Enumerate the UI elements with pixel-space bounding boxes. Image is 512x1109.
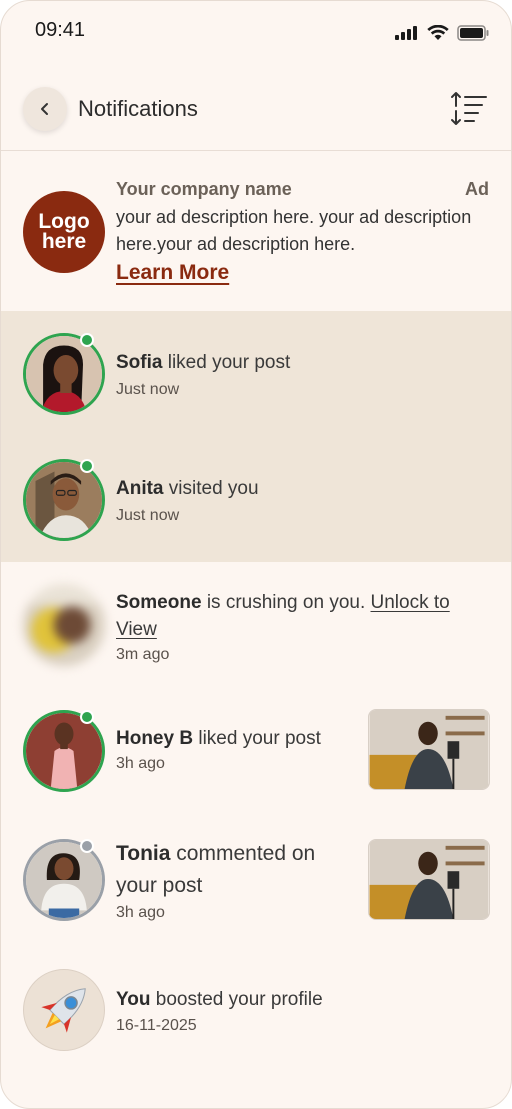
battery-icon: [457, 25, 489, 41]
ad-description: your ad description here. your ad descri…: [116, 207, 472, 254]
avatar[interactable]: [23, 839, 105, 921]
status-icons: [395, 25, 489, 41]
notification-action: boosted your profile: [155, 989, 323, 1010]
notification-name: Anita: [116, 478, 164, 499]
wifi-icon: [427, 25, 449, 40]
status-bar: 09:41: [1, 1, 511, 63]
notification-text: You boosted your profile: [116, 986, 323, 1013]
notification-item[interactable]: Sofia liked your post Just now: [1, 311, 511, 437]
phone-screen: 09:41 Notifications Logo here Your compa…: [0, 0, 512, 1109]
notification-time: Just now: [116, 507, 180, 524]
notification-item[interactable]: Anita visited you Just now: [1, 437, 511, 562]
notification-text: Honey B liked your post: [116, 725, 321, 752]
page-title: Notifications: [78, 96, 198, 121]
notification-item[interactable]: Someone is crushing on you. Unlock to Vi…: [1, 562, 511, 696]
notification-action: liked your post: [167, 352, 291, 373]
blurred-avatar[interactable]: [23, 584, 105, 666]
sort-icon: [451, 92, 487, 125]
avatar-image: [26, 462, 102, 538]
avatar-image: [26, 336, 102, 412]
ad-company-name: Your company name: [116, 179, 292, 199]
notification-text: Anita visited you: [116, 475, 259, 502]
chevron-left-icon: [41, 103, 48, 115]
notification-name: Someone: [116, 592, 202, 613]
notification-text: Someone is crushing on you. Unlock to Vi…: [116, 589, 486, 643]
back-button[interactable]: [23, 87, 67, 131]
sort-button[interactable]: [449, 89, 489, 129]
notification-name: Honey B: [116, 728, 194, 749]
notification-action: is crushing on you.: [206, 592, 366, 613]
signal-icon: [395, 26, 417, 40]
notification-text: Tonia commented on your post: [116, 838, 346, 902]
rocket-icon: [41, 988, 86, 1033]
notification-text: Sofia liked your post: [116, 349, 290, 376]
notification-item[interactable]: Honey B liked your post 3h ago: [1, 696, 511, 826]
notification-action: visited you: [168, 478, 259, 499]
post-thumbnail-image: [369, 710, 489, 789]
avatar[interactable]: [23, 710, 105, 792]
online-status-dot: [80, 459, 94, 473]
ad-banner[interactable]: Logo here Your company name Ad your ad d…: [1, 151, 511, 311]
notification-time: 16-11-2025: [116, 1017, 197, 1034]
ad-tag: Ad: [465, 179, 489, 199]
notification-name: Sofia: [116, 352, 163, 373]
post-thumbnail[interactable]: [368, 709, 490, 790]
notification-action: liked your post: [198, 728, 321, 749]
header-bar: Notifications: [1, 63, 511, 151]
avatar-image: [26, 842, 102, 918]
post-thumbnail-image: [369, 840, 489, 919]
notification-time: 3h ago: [116, 904, 165, 921]
avatar-image: [26, 713, 102, 789]
avatar[interactable]: [23, 459, 105, 541]
status-time: 09:41: [35, 19, 86, 41]
notification-time: 3h ago: [116, 755, 165, 772]
offline-status-dot: [80, 839, 94, 853]
notification-time: Just now: [116, 381, 180, 398]
avatar[interactable]: [23, 333, 105, 415]
notification-item[interactable]: You boosted your profile 16-11-2025: [1, 954, 511, 1074]
notification-time: 3m ago: [116, 646, 170, 663]
online-status-dot: [80, 333, 94, 347]
ad-logo: Logo here: [23, 191, 105, 273]
online-status-dot: [80, 710, 94, 724]
learn-more-link[interactable]: Learn More: [116, 261, 229, 285]
notification-name: You: [116, 989, 151, 1010]
avatar-image: [23, 584, 105, 666]
notification-item[interactable]: Tonia commented on your post 3h ago: [1, 826, 511, 954]
boost-avatar: [23, 969, 105, 1051]
notification-name: Tonia: [116, 842, 171, 865]
post-thumbnail[interactable]: [368, 839, 490, 920]
